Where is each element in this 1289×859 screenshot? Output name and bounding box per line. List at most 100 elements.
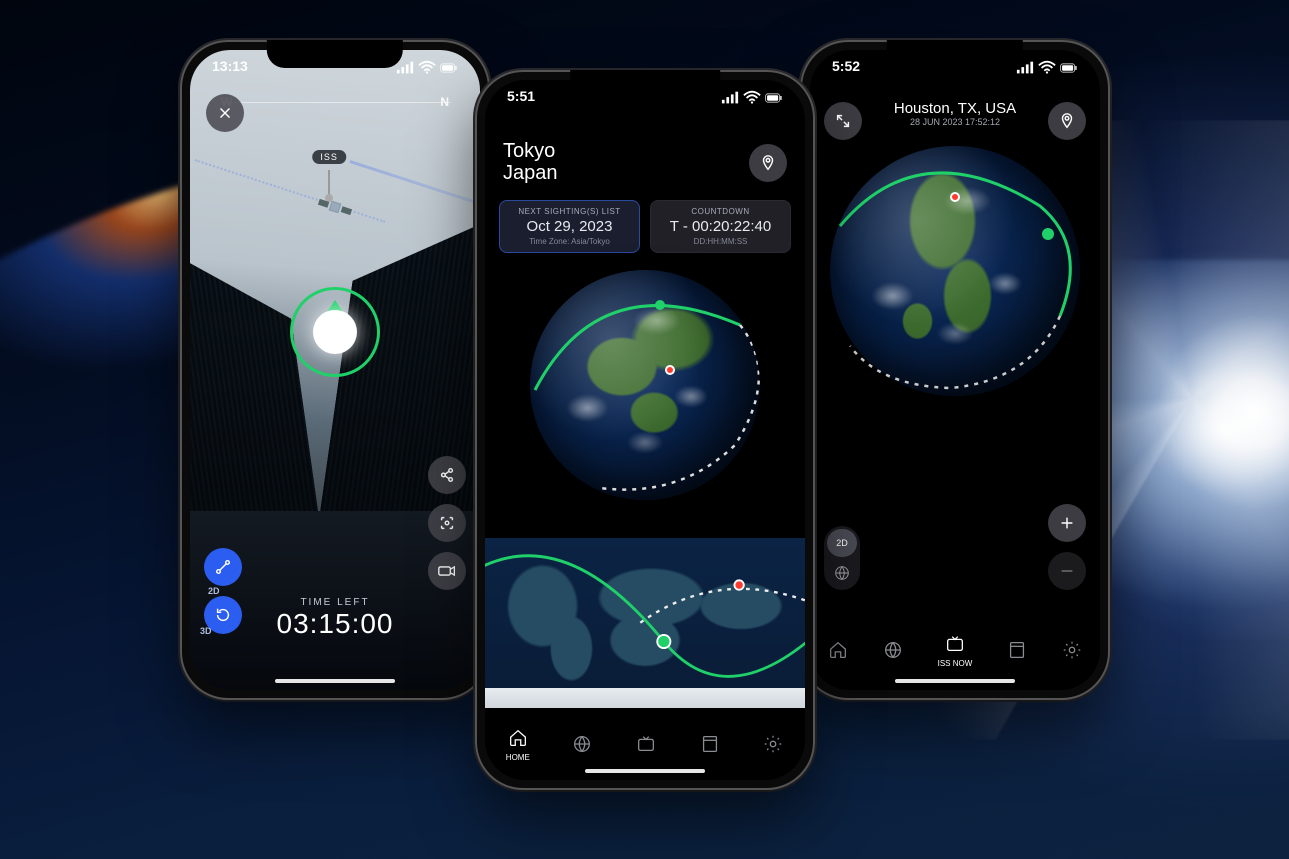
card-title: NEXT SIGHTING(S) LIST: [504, 207, 635, 216]
status-indicators: [721, 88, 783, 108]
path-toggle-button[interactable]: [204, 548, 242, 586]
tab-globe[interactable]: [882, 639, 904, 661]
location-datetime: 28 JUN 2023 17:52:12: [810, 117, 1100, 127]
notch: [570, 70, 720, 98]
gear-icon: [762, 733, 784, 755]
mode-2d[interactable]: 2D: [827, 529, 857, 557]
status-indicators: [1016, 58, 1078, 78]
location-map-marker: [734, 580, 743, 589]
location-header: Tokyo Japan: [503, 140, 787, 184]
world-map-flat[interactable]: [485, 538, 805, 708]
screen-globe-detail: 5:52 Houston, TX, USA 28 JUN 2023 17:52:…: [810, 50, 1100, 690]
screen-ar: 13:13 W . N ISS: [190, 50, 480, 690]
home-indicator: [895, 679, 1015, 683]
location-pin-icon: [759, 154, 777, 172]
tab-home[interactable]: HOME: [506, 727, 530, 762]
globe-3d[interactable]: [530, 270, 760, 500]
tab-window[interactable]: [1006, 639, 1028, 661]
signal-icon: [721, 89, 739, 107]
wifi-icon: [743, 89, 761, 107]
signal-icon: [1016, 59, 1034, 77]
tv-icon: [635, 733, 657, 755]
location-button[interactable]: [749, 144, 787, 182]
location-city: Tokyo: [503, 140, 787, 162]
tab-home-label: HOME: [506, 753, 530, 762]
status-indicators: [396, 58, 458, 78]
location-pin-marker: [665, 365, 675, 375]
status-time: 5:51: [507, 88, 535, 108]
info-cards: NEXT SIGHTING(S) LIST Oct 29, 2023 Time …: [499, 200, 791, 253]
orbit-path: [830, 146, 1080, 396]
globe-small-icon: [833, 564, 851, 582]
ar-right-controls: [428, 456, 466, 590]
card-title: COUNTDOWN: [655, 207, 786, 216]
time-left-block: TIME LEFT 03:15:00: [190, 597, 480, 640]
view-mode-toggle[interactable]: 2D: [824, 526, 860, 590]
recenter-icon: [438, 514, 456, 532]
location-city: Houston, TX, USA: [810, 100, 1100, 117]
screen-home: 5:51 Tokyo Japan NEXT SIGHTING(S) LIST O…: [485, 80, 805, 780]
home-indicator: [275, 679, 395, 683]
home-indicator: [585, 769, 705, 773]
card-main: Oct 29, 2023: [504, 218, 635, 235]
zoom-controls: [1048, 504, 1086, 590]
tab-globe[interactable]: [571, 733, 593, 755]
close-icon: [216, 104, 234, 122]
zoom-out-button[interactable]: [1048, 552, 1086, 590]
battery-icon: [765, 89, 783, 107]
card-sub: DD:HH:MM:SS: [655, 237, 786, 246]
wifi-icon: [418, 59, 436, 77]
mode-3d[interactable]: [827, 559, 857, 587]
status-time: 13:13: [212, 58, 248, 78]
tab-settings[interactable]: [1061, 639, 1083, 661]
battery-icon: [1060, 59, 1078, 77]
tab-settings[interactable]: [762, 733, 784, 755]
zoom-in-button[interactable]: [1048, 504, 1086, 542]
iss-current-position: [655, 300, 665, 310]
close-button[interactable]: [206, 94, 244, 132]
time-left-label: TIME LEFT: [190, 597, 480, 608]
phone-home: 5:51 Tokyo Japan NEXT SIGHTING(S) LIST O…: [475, 70, 815, 790]
tab-iss-now-label: ISS NOW: [938, 659, 973, 668]
share-button[interactable]: [428, 456, 466, 494]
card-main: T - 00:20:22:40: [655, 218, 786, 235]
share-icon: [438, 466, 456, 484]
signal-icon: [396, 59, 414, 77]
phone-globe-detail: 5:52 Houston, TX, USA 28 JUN 2023 17:52:…: [800, 40, 1110, 700]
globe-icon: [571, 733, 593, 755]
card-sub: Time Zone: Asia/Tokyo: [504, 237, 635, 246]
home-icon: [507, 727, 529, 749]
compass-strip: W . N: [219, 92, 451, 112]
plus-icon: [1058, 514, 1076, 532]
notch: [887, 40, 1023, 68]
tab-tv[interactable]: [635, 733, 657, 755]
wifi-icon: [1038, 59, 1056, 77]
location-header: Houston, TX, USA 28 JUN 2023 17:52:12: [810, 100, 1100, 127]
tab-iss-now[interactable]: ISS NOW: [938, 633, 973, 668]
iss-current-position: [1042, 228, 1054, 240]
camera-button[interactable]: [428, 552, 466, 590]
phone-ar-view: 13:13 W . N ISS: [180, 40, 490, 700]
window-icon: [699, 733, 721, 755]
tab-home[interactable]: [827, 639, 849, 661]
tab-window[interactable]: [699, 733, 721, 755]
minus-icon: [1058, 562, 1076, 580]
recenter-button[interactable]: [428, 504, 466, 542]
status-time: 5:52: [832, 58, 860, 78]
location-pin-marker: [950, 192, 960, 202]
globe-3d[interactable]: [830, 146, 1080, 396]
card-countdown[interactable]: COUNTDOWN T - 00:20:22:40 DD:HH:MM:SS: [650, 200, 791, 253]
iss-label-pill: ISS: [312, 150, 346, 164]
iss-map-position: [657, 635, 670, 648]
camera-icon: [438, 562, 456, 580]
iss-pointer: [328, 170, 330, 198]
path-icon: [214, 558, 232, 576]
location-country: Japan: [503, 162, 787, 184]
ar-target-reticle: [290, 287, 380, 377]
mode-2d-label: 2D: [208, 586, 220, 596]
notch: [267, 40, 403, 68]
card-next-sighting[interactable]: NEXT SIGHTING(S) LIST Oct 29, 2023 Time …: [499, 200, 640, 253]
battery-icon: [440, 59, 458, 77]
time-left-value: 03:15:00: [190, 608, 480, 640]
orbit-path: [530, 270, 760, 500]
